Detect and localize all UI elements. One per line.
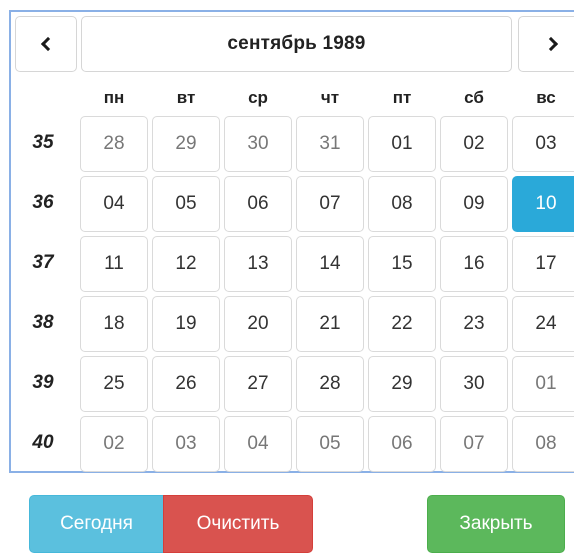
weekday-header: вт — [176, 88, 196, 107]
weekday-header: ср — [248, 88, 268, 107]
day-cell[interactable]: 29 — [152, 116, 220, 172]
day-cell[interactable]: 01 — [512, 356, 574, 412]
day-cell[interactable]: 22 — [368, 296, 436, 352]
day-cell[interactable]: 03 — [512, 116, 574, 172]
day-cell[interactable]: 16 — [440, 236, 508, 292]
clear-button[interactable]: Очистить — [163, 495, 313, 553]
day-cell[interactable]: 21 — [296, 296, 364, 352]
day-cell[interactable]: 12 — [152, 236, 220, 292]
day-cell[interactable]: 18 — [80, 296, 148, 352]
week-number: 37 — [32, 252, 54, 273]
calendar-panel: сентябрь 1989 пн вт ср чт пт сб вс 35 28 29 30 31 01… — [9, 10, 574, 473]
week-number: 36 — [32, 192, 54, 213]
weekday-header: чт — [320, 88, 340, 107]
day-cell[interactable]: 20 — [224, 296, 292, 352]
day-cell[interactable]: 27 — [224, 356, 292, 412]
weekday-header: вс — [536, 88, 556, 107]
next-month-button[interactable] — [518, 16, 574, 72]
day-cell-selected[interactable]: 10 — [512, 176, 574, 232]
weekday-header: пн — [103, 88, 125, 107]
datepicker: сентябрь 1989 пн вт ср чт пт сб вс 35 28 29 30 31 01… — [0, 0, 574, 558]
day-cell[interactable]: 13 — [224, 236, 292, 292]
week-number: 39 — [32, 372, 54, 393]
day-cell[interactable]: 01 — [368, 116, 436, 172]
month-title-button[interactable]: сентябрь 1989 — [81, 16, 512, 72]
month-title: сентябрь 1989 — [227, 33, 366, 54]
day-cell[interactable]: 25 — [80, 356, 148, 412]
chevron-right-icon — [543, 36, 559, 52]
day-cell[interactable]: 19 — [152, 296, 220, 352]
prev-month-button[interactable] — [15, 16, 77, 72]
day-cell[interactable]: 09 — [440, 176, 508, 232]
day-cell[interactable]: 15 — [368, 236, 436, 292]
day-cell[interactable]: 26 — [152, 356, 220, 412]
close-button[interactable]: Закрыть — [427, 495, 565, 553]
day-cell[interactable]: 07 — [296, 176, 364, 232]
day-cell[interactable]: 28 — [80, 116, 148, 172]
day-cell[interactable]: 06 — [368, 416, 436, 472]
day-cell[interactable]: 08 — [368, 176, 436, 232]
today-button[interactable]: Сегодня — [29, 495, 164, 553]
day-cell[interactable]: 30 — [224, 116, 292, 172]
day-cell[interactable]: 03 — [152, 416, 220, 472]
day-cell[interactable]: 30 — [440, 356, 508, 412]
day-cell[interactable]: 06 — [224, 176, 292, 232]
day-cell[interactable]: 29 — [368, 356, 436, 412]
day-cell[interactable]: 17 — [512, 236, 574, 292]
chevron-left-icon — [40, 36, 56, 52]
day-cell[interactable]: 05 — [296, 416, 364, 472]
day-cell[interactable]: 31 — [296, 116, 364, 172]
day-cell[interactable]: 02 — [440, 116, 508, 172]
day-cell[interactable]: 05 — [152, 176, 220, 232]
day-cell[interactable]: 23 — [440, 296, 508, 352]
day-cell[interactable]: 08 — [512, 416, 574, 472]
week-number: 38 — [32, 312, 54, 333]
weekday-header: сб — [464, 88, 484, 107]
day-cell[interactable]: 04 — [224, 416, 292, 472]
day-cell[interactable]: 14 — [296, 236, 364, 292]
day-cell[interactable]: 02 — [80, 416, 148, 472]
week-number: 35 — [32, 132, 54, 153]
weekday-header: пт — [392, 88, 412, 107]
day-cell[interactable]: 28 — [296, 356, 364, 412]
day-cell[interactable]: 24 — [512, 296, 574, 352]
week-number: 40 — [32, 432, 54, 453]
day-cell[interactable]: 07 — [440, 416, 508, 472]
day-cell[interactable]: 04 — [80, 176, 148, 232]
day-cell[interactable]: 11 — [80, 236, 148, 292]
